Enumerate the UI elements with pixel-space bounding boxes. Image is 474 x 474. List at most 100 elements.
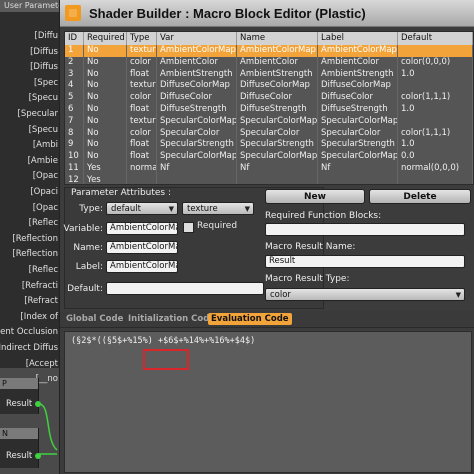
table-body[interactable]: 1NotextureAmbientColorMapAmbientColorMap… xyxy=(65,45,473,184)
default-label: Default: xyxy=(67,284,103,294)
material-node-port[interactable]: [Reflec xyxy=(29,215,58,231)
table-row[interactable]: 10NofloatSpecularColorMapBlurSpecularCol… xyxy=(65,151,473,163)
table-row[interactable]: 2 No color AmbientColor AmbientColor AmbientC… xyxy=(65,56,473,69)
label-label: Label: xyxy=(75,262,103,272)
code-editor[interactable]: (§2$*((§5$+%15%) +$6$+%14%+%16%+$4$) xyxy=(64,331,472,473)
name-label: Name: xyxy=(73,243,103,253)
table-cell: color xyxy=(127,127,157,140)
table-cell: No xyxy=(84,151,127,163)
type2-select[interactable]: texture ▼ xyxy=(182,202,254,215)
material-node-port[interactable]: [Accept xyxy=(26,356,58,372)
point-node[interactable]: P Result xyxy=(0,378,41,414)
material-node-port[interactable]: [Specular xyxy=(18,106,58,122)
table-cell: SpecularStrength xyxy=(237,139,318,152)
material-node-port[interactable]: [Opac xyxy=(33,168,58,184)
normal-node-result-port[interactable]: Result xyxy=(6,451,32,461)
table-cell: float xyxy=(127,68,157,81)
table-cell: SpecularColorMapBlur xyxy=(237,151,318,163)
material-node-port[interactable]: [Indirect Diffus xyxy=(0,340,58,356)
material-node[interactable]: User Parameter [Diffu[Diffus[Diffus[Spec… xyxy=(0,0,60,384)
material-node-port[interactable]: [Opac xyxy=(33,200,58,216)
material-node-port[interactable]: [Reflection xyxy=(12,231,58,247)
default-field[interactable] xyxy=(106,282,264,295)
table-row[interactable]: 11 Yes normal Nf Nf Nf normal(0,0,0) xyxy=(65,162,473,175)
table-row[interactable]: 9 No float SpecularStrength SpecularStrength… xyxy=(65,139,473,152)
material-node-port[interactable]: [Reflection xyxy=(12,246,58,262)
window-title: Shader Builder : Macro Block Editor (Pla… xyxy=(89,5,366,21)
label-field[interactable]: AmbientColorMap xyxy=(106,260,178,273)
material-node-port[interactable]: [Diffu xyxy=(35,28,58,44)
material-node-port[interactable]: [Specu xyxy=(29,122,58,138)
table-cell: Nf xyxy=(237,162,318,175)
table-row[interactable]: 6 No float DiffuseStrength DiffuseStrength Di… xyxy=(65,103,473,116)
point-node-result-port[interactable]: Result xyxy=(6,399,32,409)
result-name-field[interactable]: Result xyxy=(265,255,465,268)
material-node-port[interactable]: [Refract xyxy=(24,293,58,309)
table-cell: 0.0 xyxy=(398,151,473,163)
table-cell: No xyxy=(84,115,127,128)
table-cell: texture xyxy=(127,80,157,93)
table-row[interactable]: 5 No color DiffuseColor DiffuseColor DiffuseC… xyxy=(65,92,473,104)
tab-global-code[interactable]: Global Code xyxy=(63,313,126,325)
name-field[interactable]: AmbientColorMap xyxy=(106,241,178,254)
material-node-port[interactable]: [Index of xyxy=(20,309,58,325)
column-header[interactable]: Var xyxy=(157,32,237,45)
table-header: ID Required Type Var Name Label Default xyxy=(65,32,473,45)
table-row[interactable]: 4NotextureDiffuseColorMapDiffuseColorMap… xyxy=(65,80,473,93)
table-cell: color(1,1,1) xyxy=(398,92,473,104)
variable-field[interactable]: AmbientColorMap xyxy=(106,222,178,235)
tab-evaluation-code[interactable]: Evaluation Code xyxy=(208,313,292,325)
table-cell: DiffuseColorMap xyxy=(318,80,398,93)
table-row[interactable]: 1NotextureAmbientColorMapAmbientColorMap… xyxy=(65,45,473,57)
table-cell xyxy=(398,80,473,93)
table-cell: color(1,1,1) xyxy=(398,127,473,140)
material-node-port[interactable]: [Diffus xyxy=(30,44,58,60)
table-row[interactable]: 3 No float AmbientStrength AmbientStrength Am… xyxy=(65,68,473,81)
variable-label: Variable: xyxy=(63,224,103,234)
table-cell: SpecularColorMap xyxy=(318,115,398,128)
column-header[interactable]: Required xyxy=(84,32,127,45)
material-node-port[interactable]: [Diffus xyxy=(30,59,58,75)
table-cell: 1.0 xyxy=(398,103,473,116)
tab-initialization-code[interactable]: Initialization Code xyxy=(125,313,218,325)
table-row[interactable]: 8 No color SpecularColor SpecularColor Specul… xyxy=(65,127,473,140)
table-cell: Nf xyxy=(318,162,398,175)
material-node-port[interactable]: [Reflec xyxy=(29,262,58,278)
table-row[interactable]: 7NotextureSpecularColorMapSpecularColorM… xyxy=(65,115,473,128)
table-cell: 3 xyxy=(65,68,84,81)
normal-node[interactable]: N Result xyxy=(0,428,41,468)
type2-select-value: texture xyxy=(187,204,218,214)
new-button[interactable]: New xyxy=(265,189,365,204)
material-node-port[interactable]: [Opaci xyxy=(30,184,58,200)
table-cell: DiffuseColorMap xyxy=(237,80,318,93)
column-header[interactable]: Default xyxy=(398,32,473,45)
result-type-select[interactable]: color ▼ xyxy=(265,288,465,301)
table-cell: AmbientColorMap xyxy=(318,45,398,57)
material-node-port[interactable]: [Ambie xyxy=(28,153,58,169)
table-cell: 1.0 xyxy=(398,139,473,152)
required-blocks-field[interactable] xyxy=(265,223,465,236)
table-row[interactable]: 12 Yes xyxy=(65,174,473,184)
column-header[interactable]: Type xyxy=(127,32,157,45)
title-bar[interactable]: Shader Builder : Macro Block Editor (Pla… xyxy=(60,0,474,27)
material-node-port[interactable]: [Ambi xyxy=(33,137,58,153)
table-cell: No xyxy=(84,45,127,57)
table-cell: 2 xyxy=(65,56,84,69)
type-select[interactable]: default ▼ xyxy=(106,202,178,215)
table-cell: Nf xyxy=(157,162,237,175)
parameter-table[interactable]: ID Required Type Var Name Label Default 1 No tex… xyxy=(64,31,474,185)
column-header[interactable]: Label xyxy=(318,32,398,45)
chevron-down-icon: ▼ xyxy=(168,205,174,213)
material-node-port[interactable]: [Refracti xyxy=(22,278,58,294)
material-node-port[interactable]: mbient Occlusion xyxy=(0,324,58,340)
table-cell: AmbientStrength xyxy=(237,68,318,81)
delete-button[interactable]: Delete xyxy=(369,189,471,204)
material-node-port[interactable]: [Specu xyxy=(29,90,58,106)
column-header[interactable]: ID xyxy=(65,32,84,45)
evaluation-code-text[interactable]: (§2$*((§5$+%15%) +$6$+%14%+%16%+$4$) xyxy=(71,336,255,346)
required-checkbox[interactable] xyxy=(183,222,194,233)
material-node-port[interactable]: [Spec xyxy=(34,75,58,91)
table-cell xyxy=(237,174,318,184)
table-cell: SpecularColorMapBlur xyxy=(318,151,398,163)
column-header[interactable]: Name xyxy=(237,32,318,45)
